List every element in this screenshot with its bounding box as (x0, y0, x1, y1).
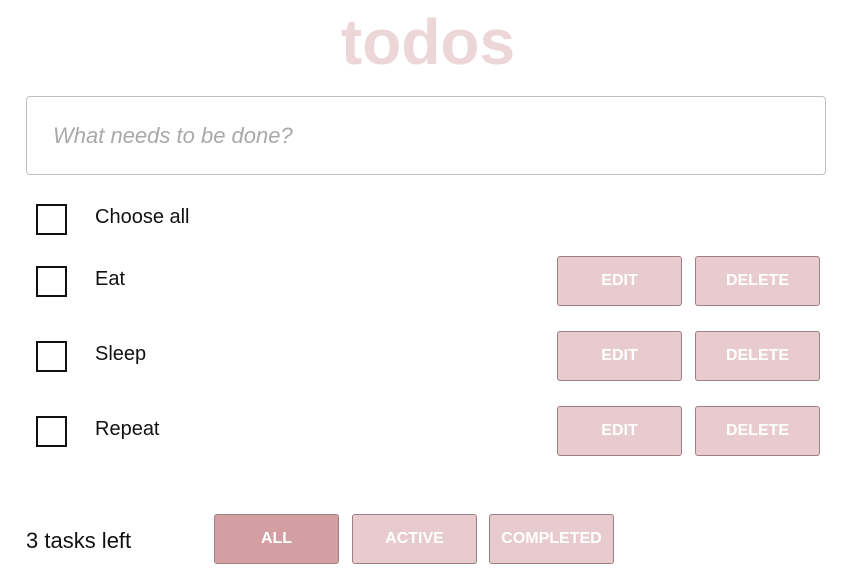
choose-all-checkbox[interactable] (36, 204, 67, 235)
tasks-left-count: 3 tasks left (26, 528, 132, 553)
todo-checkbox[interactable] (36, 266, 67, 297)
filter-active-button[interactable]: ACTIVE (352, 514, 477, 564)
filter-completed-button[interactable]: COMPLETED (489, 514, 614, 564)
delete-button[interactable]: DELETE (695, 256, 820, 306)
filter-all-button[interactable]: ALL (214, 514, 339, 564)
todo-label: Sleep (95, 343, 147, 365)
delete-button[interactable]: DELETE (695, 406, 820, 456)
todo-checkbox[interactable] (36, 341, 67, 372)
delete-button[interactable]: DELETE (695, 331, 820, 381)
page-title: todos (340, 6, 516, 78)
edit-button[interactable]: EDIT (557, 331, 682, 381)
choose-all-label: Choose all (95, 206, 190, 228)
todo-app: todos Choose all Eat EDIT DELETE Sleep E… (0, 0, 856, 571)
todo-label: Repeat (95, 418, 160, 440)
todo-checkbox[interactable] (36, 416, 67, 447)
edit-button[interactable]: EDIT (557, 256, 682, 306)
edit-button[interactable]: EDIT (557, 406, 682, 456)
new-todo-input[interactable] (26, 96, 826, 175)
todo-label: Eat (95, 268, 126, 290)
